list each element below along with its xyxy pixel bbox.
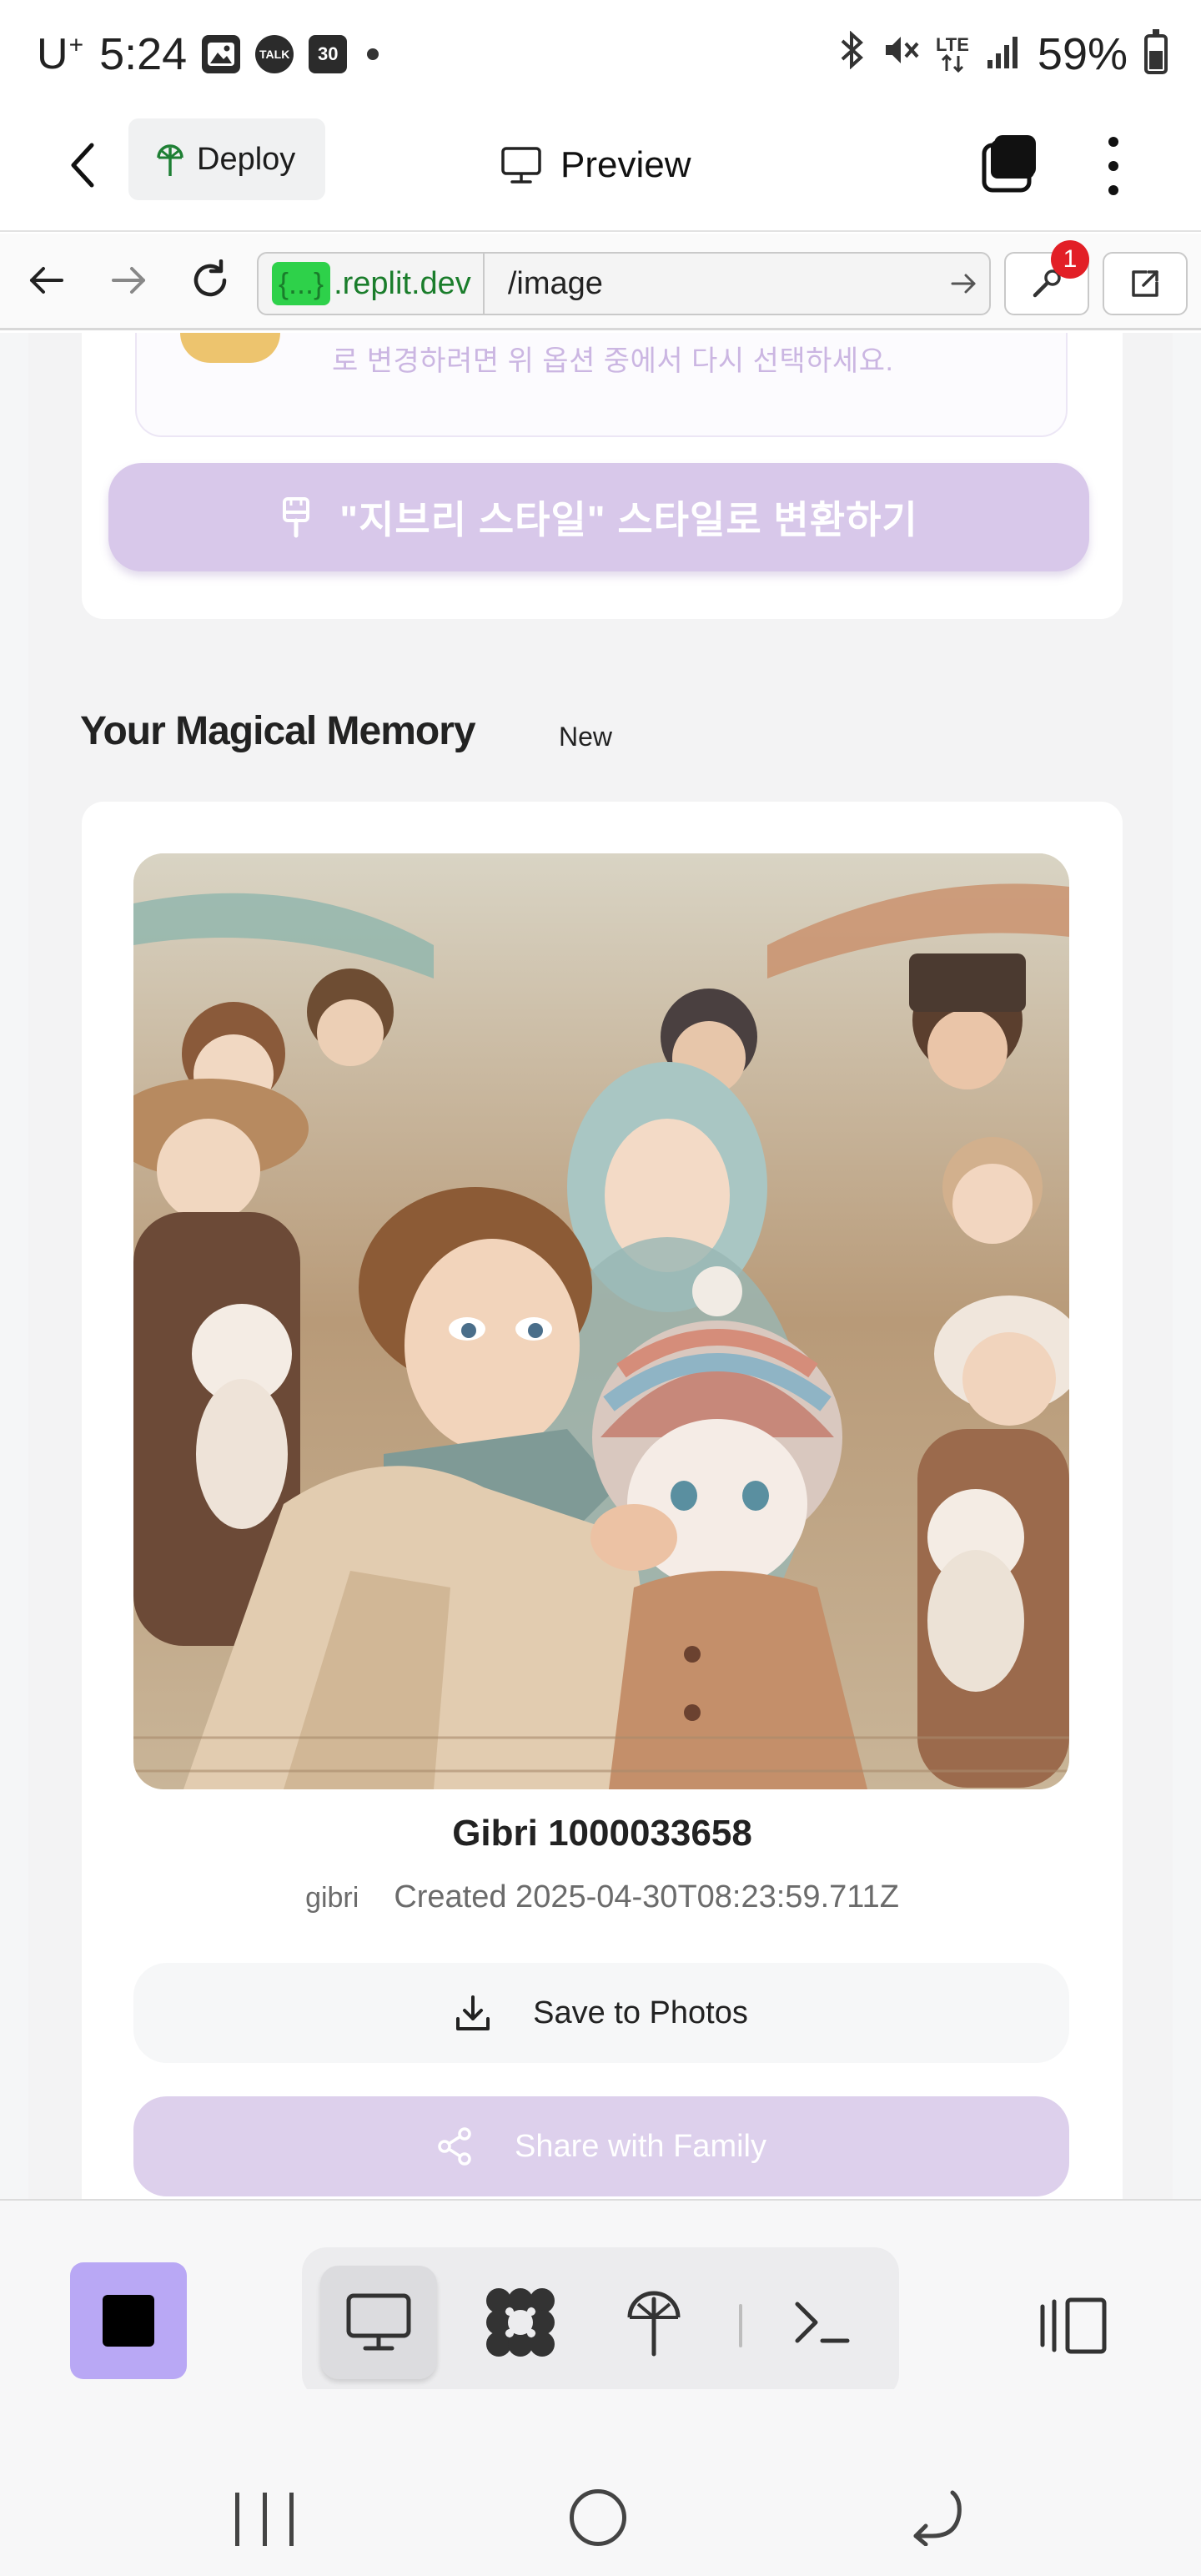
battery-percent: 59%	[1037, 29, 1128, 79]
tool-group	[302, 2247, 899, 2399]
recent-apps-button[interactable]	[235, 2493, 294, 2546]
preview-tool-button[interactable]	[320, 2266, 437, 2379]
lte-icon: LTE	[936, 36, 969, 73]
system-back-button[interactable]	[909, 2488, 967, 2547]
system-nav-bar	[0, 2389, 1201, 2576]
stop-icon	[103, 2295, 154, 2347]
style-card: 로 변경하려면 위 옵션 중에서 다시 선택하세요. "지브리 스타일" 스타일…	[82, 333, 1123, 619]
memory-image[interactable]	[133, 853, 1069, 1789]
go-arrow-icon[interactable]	[939, 272, 989, 295]
url-domain: {...} .replit.dev	[259, 254, 485, 314]
monitor-icon	[346, 2293, 411, 2351]
external-link-icon	[1132, 270, 1158, 297]
preview-title: Preview	[500, 132, 691, 199]
url-path-input[interactable]: /image	[485, 266, 939, 302]
share-icon	[438, 2127, 471, 2166]
deploy-icon	[627, 2291, 681, 2357]
tool-separator	[739, 2304, 742, 2347]
convert-style-label: "지브리 스타일" 스타일로 변환하기	[339, 498, 918, 541]
browser-bar: {...} .replit.dev /image 1	[0, 234, 1201, 330]
stop-button[interactable]	[70, 2262, 187, 2379]
gallery-icon	[202, 35, 241, 73]
layout-toggle-button[interactable]	[1031, 2284, 1114, 2367]
deploy-tool-button[interactable]	[595, 2266, 712, 2379]
back-arrow-icon	[913, 2490, 962, 2547]
chevron-left-icon	[71, 143, 94, 188]
app-header: Deploy Preview	[0, 107, 1201, 232]
mute-icon	[882, 32, 919, 77]
domain-text: .replit.dev	[334, 265, 471, 301]
reload-icon	[193, 259, 227, 297]
bottom-toolbar	[0, 2199, 1201, 2424]
back-button[interactable]	[50, 132, 117, 199]
console-tool-button[interactable]	[764, 2266, 881, 2379]
status-bar: U+ 5:24 TALK 30 LTE 59%	[0, 0, 1201, 107]
brush-icon	[283, 497, 310, 538]
share-with-family-label: Share with Family	[515, 2128, 766, 2164]
open-external-button[interactable]	[1103, 252, 1188, 315]
notification-badge: 1	[1051, 240, 1089, 279]
preview-label: Preview	[560, 144, 691, 185]
page-container: 로 변경하려면 위 옵션 중에서 다시 선택하세요. "지브리 스타일" 스타일…	[28, 333, 1173, 2199]
arrow-right-icon	[112, 267, 145, 294]
deploy-icon	[157, 144, 183, 176]
signal-icon	[986, 35, 1021, 74]
convert-style-button[interactable]: "지브리 스타일" 스타일로 변환하기	[108, 463, 1089, 571]
terminal-icon	[795, 2302, 850, 2343]
kakaotalk-icon: TALK	[255, 35, 294, 73]
memory-tag: gibri	[305, 1882, 359, 1914]
battery-icon	[1144, 29, 1168, 74]
share-with-family-button[interactable]: Share with Family	[133, 2096, 1069, 2196]
download-icon	[456, 1995, 490, 2030]
monitor-icon	[501, 147, 541, 184]
arrow-left-icon	[30, 267, 63, 294]
new-badge: New	[559, 722, 613, 752]
section-title: Your Magical Memory	[80, 709, 476, 753]
more-options-icon[interactable]	[1084, 128, 1143, 204]
save-to-photos-label: Save to Photos	[533, 1995, 748, 2030]
deploy-label: Deploy	[197, 141, 296, 177]
info-text: 로 변경하려면 위 옵션 중에서 다시 선택하세요.	[332, 345, 894, 377]
style-thumbnail	[180, 333, 280, 363]
home-button[interactable]	[570, 2489, 626, 2546]
deploy-button[interactable]: Deploy	[128, 118, 325, 200]
browser-forward-button[interactable]	[98, 250, 158, 310]
status-time: 5:24	[99, 29, 188, 79]
split-view-icon	[1040, 2297, 1107, 2354]
memory-card: Gibri 1000033658 gibri Created 2025-04-3…	[82, 802, 1123, 2199]
url-bar[interactable]: {...} .replit.dev /image	[257, 252, 991, 315]
carrier-label: U+	[37, 30, 85, 78]
reload-button[interactable]	[180, 250, 240, 310]
memory-meta: gibri Created 2025-04-30T08:23:59.711Z	[82, 1879, 1123, 1915]
bluetooth-icon	[837, 30, 866, 78]
browser-back-button[interactable]	[17, 250, 77, 310]
domain-chip: {...}	[272, 262, 331, 305]
replit-tool-button[interactable]	[462, 2266, 579, 2379]
info-box: 로 변경하려면 위 옵션 중에서 다시 선택하세요.	[135, 333, 1068, 437]
notification-dot-icon	[367, 48, 379, 60]
save-to-photos-button[interactable]: Save to Photos	[133, 1963, 1069, 2063]
tabs-icon[interactable]	[977, 132, 1044, 199]
replit-grid-icon	[486, 2288, 555, 2357]
web-content[interactable]: 로 변경하려면 위 옵션 중에서 다시 선택하세요. "지브리 스타일" 스타일…	[0, 333, 1201, 2199]
memory-name: Gibri 1000033658	[452, 1813, 752, 1854]
calendar-icon: 30	[309, 35, 348, 73]
memory-created: Created 2025-04-30T08:23:59.711Z	[394, 1879, 899, 1914]
